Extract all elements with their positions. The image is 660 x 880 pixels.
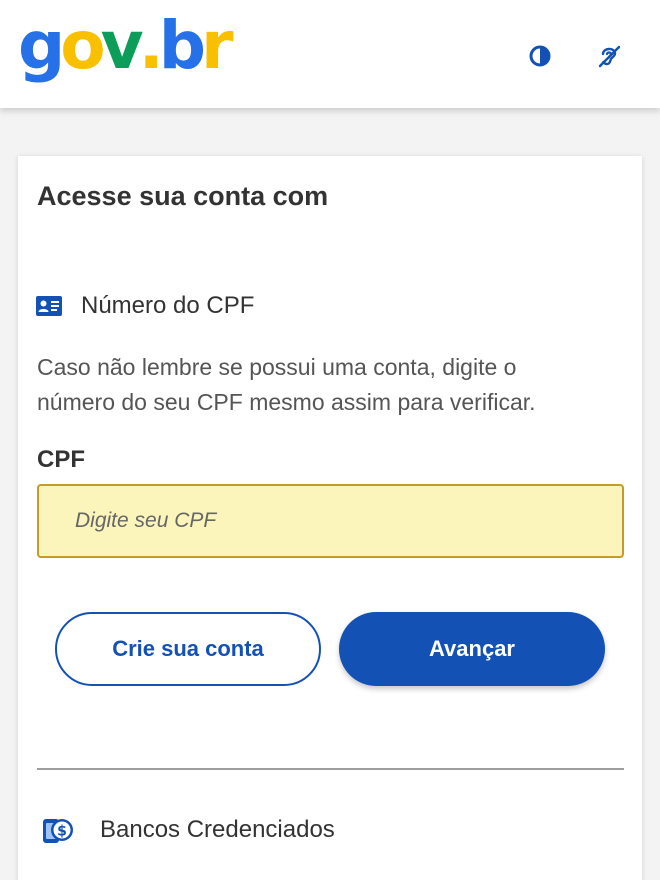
logo-letter-b: b [158, 7, 206, 84]
logo-letter-o: o [60, 7, 105, 84]
logo-letter-r: r [200, 7, 233, 84]
logo-letter-g: g [18, 7, 65, 84]
sign-language-icon [598, 45, 621, 68]
divider [37, 768, 624, 770]
cpf-login-option[interactable]: Número do CPF [36, 292, 254, 320]
contrast-button[interactable] [522, 38, 558, 74]
svg-text:$: $ [57, 824, 67, 840]
contrast-icon [529, 45, 551, 67]
logo-letter-v: v [100, 7, 144, 84]
bank-option-label: Bancos Credenciados [100, 816, 335, 843]
help-text: Caso não lembre se possui uma conta, dig… [37, 354, 536, 415]
next-button[interactable]: Avançar [339, 612, 605, 686]
govbr-logo[interactable]: gov.br [18, 6, 233, 86]
logo-dot: . [138, 7, 164, 84]
accessibility-button[interactable] [591, 38, 627, 74]
id-card-icon [36, 296, 62, 316]
page-title: Acesse sua conta com [37, 181, 329, 211]
create-account-button[interactable]: Crie sua conta [55, 612, 321, 686]
bank-icon: $ [43, 819, 73, 843]
cpf-field-label: CPF [37, 446, 85, 473]
login-card: Acesse sua conta com Número do CPF Caso … [18, 156, 642, 880]
cpf-input[interactable] [37, 484, 624, 558]
credentialed-banks-option[interactable]: $ Bancos Credenciados [42, 814, 335, 846]
top-header: gov.br [0, 0, 660, 108]
cpf-option-label: Número do CPF [81, 292, 255, 319]
